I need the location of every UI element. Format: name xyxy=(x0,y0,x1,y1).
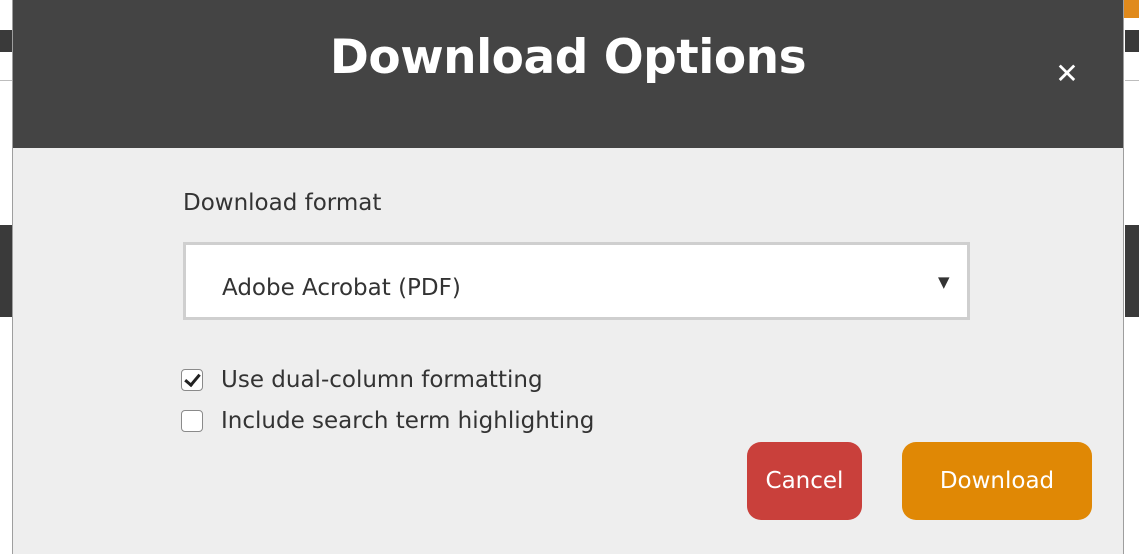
download-options-dialog: Download Options ✕ Download format Adobe… xyxy=(12,0,1124,554)
background-bar xyxy=(1125,30,1139,52)
download-format-label: Download format xyxy=(183,190,382,216)
background-bar xyxy=(0,225,12,317)
dialog-header: Download Options ✕ xyxy=(13,0,1123,148)
highlighting-checkbox[interactable] xyxy=(181,410,203,432)
dual-column-label: Use dual-column formatting xyxy=(221,367,543,393)
chevron-down-icon: ▼ xyxy=(938,273,950,291)
close-icon[interactable]: ✕ xyxy=(1053,56,1081,92)
background-divider xyxy=(0,80,12,81)
background-bar xyxy=(0,30,12,52)
highlighting-option[interactable]: Include search term highlighting xyxy=(181,406,594,436)
download-format-select[interactable]: Adobe Acrobat (PDF) ▼ xyxy=(183,242,970,320)
highlighting-label: Include search term highlighting xyxy=(221,408,595,434)
dual-column-option[interactable]: Use dual-column formatting xyxy=(181,365,543,395)
dual-column-checkbox[interactable] xyxy=(181,369,203,391)
selected-format: Adobe Acrobat (PDF) xyxy=(222,275,461,301)
background-bar xyxy=(1125,225,1139,317)
background-accent xyxy=(1124,0,1139,18)
download-button[interactable]: Download xyxy=(902,442,1092,520)
background-divider xyxy=(1125,80,1139,81)
dialog-title: Download Options xyxy=(329,30,807,85)
cancel-button[interactable]: Cancel xyxy=(747,442,862,520)
